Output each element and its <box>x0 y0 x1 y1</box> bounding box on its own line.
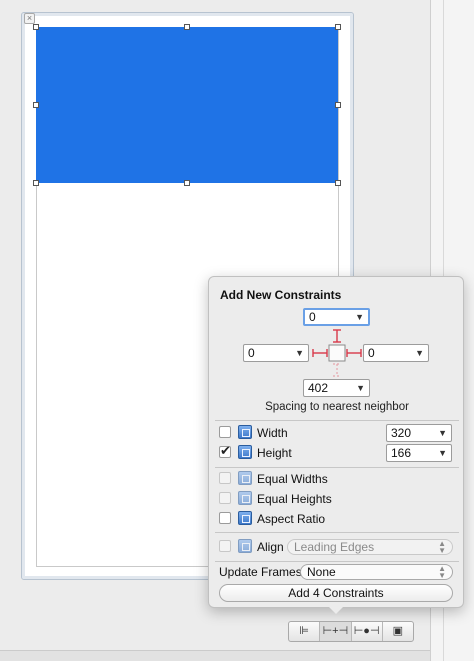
height-value-field[interactable]: 166 ▼ <box>386 444 452 462</box>
separator <box>215 561 459 562</box>
chevron-down-icon[interactable]: ▼ <box>356 380 365 396</box>
bottom-strut-icon[interactable] <box>333 363 341 377</box>
left-strut-icon[interactable] <box>312 349 328 357</box>
resize-handle-bottom-center[interactable] <box>184 180 190 186</box>
constraint-pin-diagram <box>312 329 362 377</box>
width-constraint-icon <box>238 425 252 439</box>
updown-chevron-icon: ▲ ▼ <box>438 539 446 555</box>
resize-handle-top-left[interactable] <box>33 24 39 30</box>
left-spacing-field[interactable]: 0 ▼ <box>243 344 309 362</box>
height-checkbox[interactable] <box>219 443 231 459</box>
top-strut-icon[interactable] <box>333 329 341 343</box>
chevron-down-icon[interactable]: ▼ <box>415 345 424 361</box>
center-view-square <box>328 344 346 362</box>
align-label: Align <box>257 540 284 554</box>
pin-icon[interactable]: ⊢+⊣ <box>320 622 352 641</box>
selected-blue-view[interactable] <box>36 27 338 183</box>
top-spacing-value: 0 <box>309 310 316 324</box>
equal-widths-label: Equal Widths <box>257 472 328 486</box>
right-spacing-value: 0 <box>368 346 375 360</box>
aspect-ratio-label: Aspect Ratio <box>257 512 326 526</box>
resolve-issues-icon[interactable]: ⊢●⊣ <box>352 622 383 641</box>
width-checkbox[interactable] <box>219 426 231 438</box>
width-value: 320 <box>391 426 412 440</box>
equal-widths-icon <box>238 471 252 485</box>
equal-widths-checkbox[interactable] <box>219 472 231 484</box>
resize-handle-middle-right[interactable] <box>335 102 341 108</box>
equal-heights-label: Equal Heights <box>257 492 332 506</box>
bottom-spacing-value: 402 <box>308 381 329 395</box>
update-frames-select[interactable]: None ▲ ▼ <box>300 564 453 580</box>
resize-handle-top-center[interactable] <box>184 24 190 30</box>
canvas-bottom-bar <box>0 650 430 661</box>
width-value-field[interactable]: 320 ▼ <box>386 424 452 442</box>
update-frames-label: Update Frames <box>219 565 302 579</box>
resize-handle-bottom-right[interactable] <box>335 180 341 186</box>
add-constraints-popover: Add New Constraints 0 ▼ 0 ▼ 0 ▼ 402 ▼ Sp… <box>208 276 464 608</box>
top-spacing-field[interactable]: 0 ▼ <box>303 308 370 326</box>
equal-heights-row[interactable]: Equal Heights <box>219 490 455 508</box>
aspect-ratio-row[interactable]: Aspect Ratio <box>219 510 455 528</box>
height-constraint-icon <box>238 445 252 459</box>
align-checkbox[interactable] <box>219 540 231 552</box>
aspect-ratio-checkbox[interactable] <box>219 512 231 524</box>
resizing-behavior-icon[interactable]: ▣ <box>383 622 413 641</box>
separator <box>215 532 459 533</box>
chevron-down-icon[interactable]: ▼ <box>438 425 447 441</box>
bottom-spacing-field[interactable]: 402 ▼ <box>303 379 370 397</box>
equal-heights-checkbox[interactable] <box>219 492 231 504</box>
scene-close-icon[interactable]: × <box>24 13 35 24</box>
right-strut-icon[interactable] <box>346 349 362 357</box>
height-label: Height <box>257 446 292 460</box>
left-spacing-value: 0 <box>248 346 255 360</box>
align-icon <box>238 539 252 553</box>
align-select[interactable]: Leading Edges ▲ ▼ <box>287 539 453 555</box>
align-select-value: Leading Edges <box>294 540 375 554</box>
update-frames-value: None <box>307 565 336 579</box>
right-spacing-field[interactable]: 0 ▼ <box>363 344 429 362</box>
popover-title: Add New Constraints <box>220 288 342 302</box>
resize-handle-middle-left[interactable] <box>33 102 39 108</box>
autolayout-toolbar: ⊫ ⊢+⊣ ⊢●⊣ ▣ <box>288 621 414 642</box>
popover-arrow <box>328 606 344 614</box>
updown-chevron-icon: ▲ ▼ <box>438 564 446 580</box>
separator <box>215 467 459 468</box>
aspect-ratio-icon <box>238 511 252 525</box>
separator <box>215 420 459 421</box>
equal-heights-icon <box>238 491 252 505</box>
chevron-down-icon[interactable]: ▼ <box>355 310 364 324</box>
chevron-down-icon[interactable]: ▼ <box>295 345 304 361</box>
resize-handle-top-right[interactable] <box>335 24 341 30</box>
align-icon[interactable]: ⊫ <box>289 622 321 641</box>
resize-handle-bottom-left[interactable] <box>33 180 39 186</box>
add-constraints-button[interactable]: Add 4 Constraints <box>219 584 453 602</box>
height-value: 166 <box>391 446 412 460</box>
spacing-label: Spacing to nearest neighbor <box>265 401 409 413</box>
equal-widths-row[interactable]: Equal Widths <box>219 470 455 488</box>
chevron-down-icon[interactable]: ▼ <box>438 445 447 461</box>
width-label: Width <box>257 426 288 440</box>
